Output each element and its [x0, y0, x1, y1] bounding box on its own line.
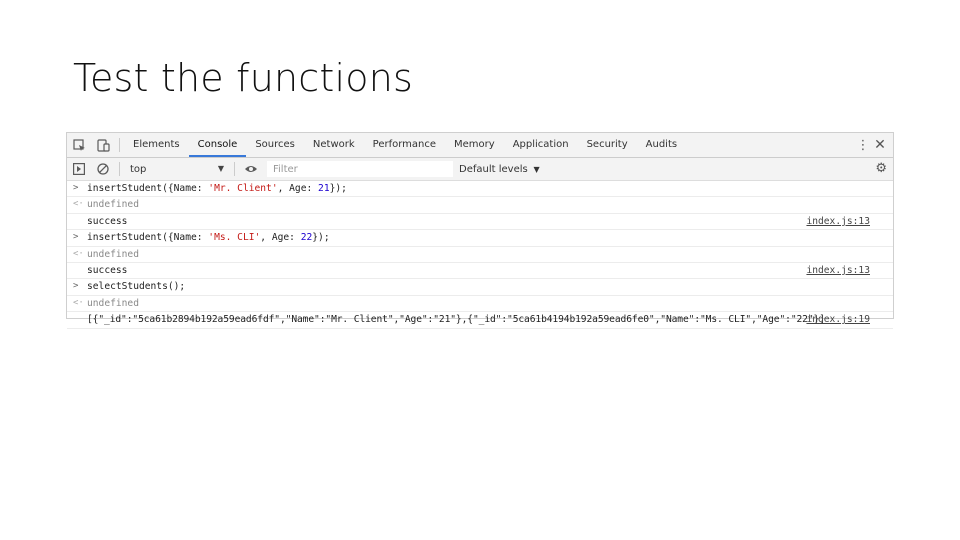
- code-text: insertStudent({Name:: [87, 232, 209, 244]
- console-input-row: > selectStudents();: [67, 279, 893, 296]
- console-log-row: success index.js:13: [67, 214, 893, 231]
- live-expression-eye-icon[interactable]: [239, 157, 263, 181]
- console-output: > insertStudent({Name: 'Mr. Client', Age…: [67, 181, 893, 329]
- close-icon[interactable]: ✕: [871, 137, 889, 153]
- toolbar-separator: [119, 162, 120, 176]
- inspect-element-icon[interactable]: [67, 133, 91, 157]
- result-text: undefined: [87, 297, 139, 309]
- tab-audits[interactable]: Audits: [637, 133, 686, 157]
- string-literal: 'Mr. Client': [208, 183, 278, 194]
- tab-performance[interactable]: Performance: [364, 133, 445, 157]
- tab-console[interactable]: Console: [188, 133, 247, 157]
- settings-gear-icon[interactable]: ⚙: [875, 161, 887, 176]
- more-options-icon[interactable]: ⋮: [855, 138, 871, 153]
- source-link[interactable]: index.js:13: [806, 263, 870, 278]
- context-selector[interactable]: top ▼: [124, 164, 230, 175]
- tab-network[interactable]: Network: [304, 133, 364, 157]
- tab-security[interactable]: Security: [578, 133, 637, 157]
- tab-application[interactable]: Application: [504, 133, 578, 157]
- devtools-panel: Elements Console Sources Network Perform…: [66, 132, 894, 329]
- tab-bar-actions: ⋮ ✕: [855, 133, 889, 157]
- context-label: top: [130, 163, 147, 175]
- console-result-row: <· undefined: [67, 296, 893, 313]
- source-link[interactable]: index.js:19: [806, 312, 870, 327]
- input-prompt-icon: >: [73, 281, 79, 292]
- console-result-row: <· undefined: [67, 197, 893, 214]
- sidebar-toggle-icon[interactable]: [67, 157, 91, 181]
- source-link[interactable]: index.js:13: [806, 214, 870, 229]
- console-input-row: > insertStudent({Name: 'Mr. Client', Age…: [67, 181, 893, 198]
- input-prompt-icon: >: [73, 183, 79, 193]
- toolbar-separator: [234, 162, 235, 176]
- number-literal: 22: [300, 232, 313, 244]
- log-text: success: [87, 264, 128, 276]
- log-text: success: [87, 215, 128, 227]
- log-levels-label: Default levels: [459, 163, 528, 175]
- code-text: insertStudent({Name:: [87, 183, 209, 194]
- code-text: });: [329, 183, 347, 194]
- string-literal: 'Ms. CLI': [208, 232, 261, 244]
- number-literal: 21: [318, 183, 330, 194]
- result-arrow-icon: <·: [73, 199, 84, 210]
- console-result-row: <· undefined: [67, 247, 893, 263]
- tab-elements[interactable]: Elements: [124, 133, 189, 157]
- dropdown-caret-icon: ▼: [217, 163, 224, 173]
- filter-input[interactable]: [267, 161, 453, 177]
- log-text: [{"_id":"5ca61b2894b192a59ead6fdf","Name…: [87, 314, 825, 326]
- devtools-tab-bar: Elements Console Sources Network Perform…: [67, 133, 893, 158]
- console-input-row: > insertStudent({Name: 'Ms. CLI', Age: 2…: [67, 230, 893, 247]
- tab-memory[interactable]: Memory: [445, 133, 504, 157]
- tab-separator: [119, 138, 120, 152]
- dropdown-caret-icon: ▼: [530, 164, 540, 174]
- code-text: , Age:: [277, 183, 319, 194]
- code-text: });: [312, 232, 330, 244]
- device-toolbar-icon[interactable]: [91, 133, 115, 157]
- result-text: undefined: [87, 248, 139, 260]
- result-arrow-icon: <·: [73, 297, 84, 308]
- console-toolbar: top ▼ Default levels ▼ ⚙: [67, 158, 893, 181]
- log-levels-dropdown[interactable]: Default levels ▼: [459, 164, 540, 175]
- slide-title: Test the functions: [73, 56, 413, 100]
- input-prompt-icon: >: [73, 232, 79, 243]
- tab-sources[interactable]: Sources: [246, 133, 304, 157]
- console-log-row: [{"_id":"5ca61b2894b192a59ead6fdf","Name…: [67, 312, 893, 329]
- code-text: selectStudents();: [87, 281, 186, 293]
- code-text: , Age:: [260, 232, 301, 244]
- result-arrow-icon: <·: [73, 248, 84, 259]
- console-log-row: success index.js:13: [67, 263, 893, 280]
- result-text: undefined: [87, 199, 139, 211]
- clear-console-icon[interactable]: [91, 157, 115, 181]
